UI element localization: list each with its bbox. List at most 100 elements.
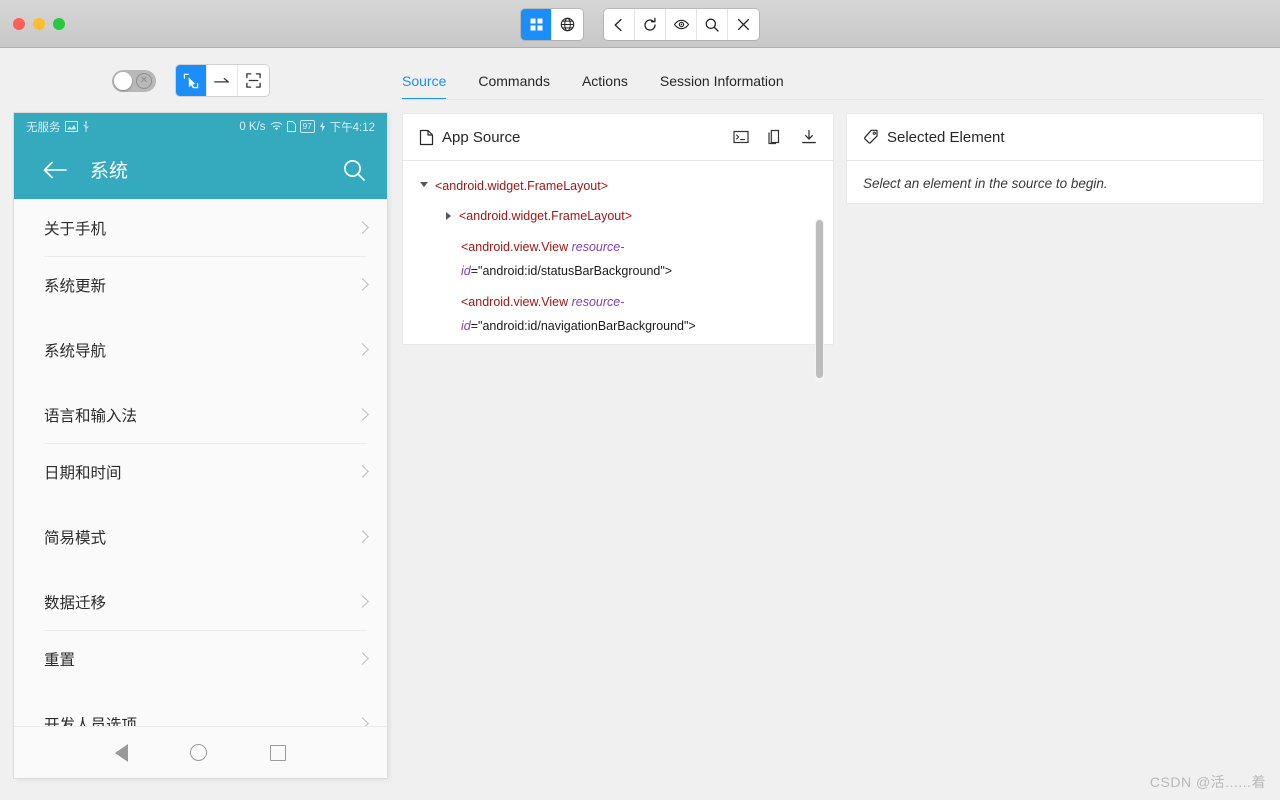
panel-title-label: Selected Element (887, 128, 1005, 146)
chevron-right-icon (356, 278, 369, 291)
device-screen-mirror[interactable]: 无服务 0 K/s 97 下午4:12 系统 关于手机 系统更新 系统导航 语言… (14, 113, 387, 778)
wifi-icon (270, 121, 283, 132)
list-item[interactable]: 重置 (14, 630, 387, 687)
selected-element-empty-message: Select an element in the source to begin… (863, 176, 1108, 191)
settings-group: 简易模式 (14, 508, 387, 565)
zoom-window-button[interactable] (53, 17, 65, 30)
list-item[interactable]: 关于手机 (14, 199, 387, 256)
interaction-mode-group (176, 65, 269, 96)
chevron-right-icon (356, 408, 369, 421)
selected-element-panel-header: Selected Element (847, 114, 1263, 161)
arrow-left-icon[interactable] (42, 160, 68, 180)
terminal-icon[interactable] (733, 129, 749, 145)
recording-toggle[interactable]: ✕ (112, 70, 156, 92)
tree-node-value: ="android:id/navigationBarBackground"> (470, 318, 696, 333)
list-item-label: 系统导航 (44, 342, 107, 360)
globe-view-button[interactable] (552, 9, 583, 40)
list-item[interactable]: 语言和输入法 (14, 386, 387, 443)
list-item[interactable]: 系统更新 (14, 256, 387, 313)
source-tree-scrollbar[interactable] (815, 218, 824, 383)
tag-icon (863, 129, 879, 145)
list-item[interactable]: 日期和时间 (14, 443, 387, 500)
list-item-label: 关于手机 (44, 220, 107, 238)
app-source-panel-header: App Source (403, 114, 833, 161)
tree-node[interactable]: <android.widget.FrameLayout> (413, 171, 833, 201)
chevron-right-icon (356, 652, 369, 665)
tree-node-label[interactable]: <android.view.View resource-id="android:… (461, 290, 713, 339)
swipe-mode-button[interactable] (207, 65, 238, 96)
tab-commands[interactable]: Commands (462, 73, 566, 100)
list-item[interactable]: 数据迁移 (14, 573, 387, 630)
scrollbar-thumb[interactable] (816, 220, 823, 378)
settings-group: 语言和输入法 日期和时间 (14, 386, 387, 500)
settings-group: 系统导航 (14, 321, 387, 378)
grid-view-button[interactable] (521, 9, 552, 40)
tab-source[interactable]: Source (402, 73, 462, 100)
arrow-right-icon (213, 74, 231, 88)
triangle-back-icon[interactable] (115, 743, 129, 762)
circle-home-icon[interactable] (190, 744, 208, 761)
close-session-button[interactable] (728, 9, 759, 40)
crosshair-frame-icon (245, 72, 262, 89)
window-titlebar (0, 0, 1280, 48)
back-button[interactable] (604, 9, 635, 40)
tab-bar-divider (402, 99, 1264, 100)
main-tab-bar: Source Commands Actions Session Informat… (402, 62, 800, 100)
watermark: CSDN @活......着 (1149, 774, 1266, 790)
tab-actions[interactable]: Actions (566, 73, 644, 100)
tree-node-label[interactable]: <android.view.View resource-id="android:… (461, 235, 713, 284)
list-item-label: 系统更新 (44, 277, 107, 295)
list-item[interactable]: 系统导航 (14, 321, 387, 378)
arrow-left-icon (611, 17, 627, 33)
tree-node[interactable]: <android.view.View resource-id="android:… (461, 287, 833, 342)
tree-node-label[interactable]: <android.widget.FrameLayout> (435, 174, 608, 198)
x-icon (736, 17, 751, 32)
magnifier-icon (704, 17, 720, 33)
refresh-icon (642, 17, 658, 33)
panel-title-label: App Source (442, 128, 521, 146)
traffic-light-buttons (0, 17, 65, 30)
battery-level-badge: 97 (299, 120, 315, 133)
tree-node-value: ="android:id/statusBarBackground"> (470, 264, 673, 279)
android-app-bar: 系统 (14, 140, 387, 199)
copy-icon[interactable] (767, 129, 783, 146)
source-tree[interactable]: <android.widget.FrameLayout> <android.wi… (403, 161, 833, 383)
download-icon[interactable] (801, 129, 817, 145)
tap-coordinates-mode-button[interactable] (238, 65, 269, 96)
minimize-window-button[interactable] (33, 17, 45, 30)
chevron-down-icon[interactable] (413, 174, 435, 198)
tree-node[interactable]: <android.view.View resource-id="android:… (461, 232, 833, 287)
selected-element-panel: Selected Element Select an element in th… (846, 113, 1264, 204)
sim-card-icon (286, 121, 296, 132)
magnifier-icon[interactable] (341, 157, 367, 183)
refresh-button[interactable] (635, 9, 666, 40)
inspect-eye-button[interactable] (666, 9, 697, 40)
usb-icon (82, 120, 90, 133)
select-element-mode-button[interactable] (176, 65, 207, 96)
chevron-right-icon (356, 465, 369, 478)
settings-group: 关于手机 系统更新 (14, 199, 387, 313)
signal-icon (64, 121, 78, 132)
list-item-label: 日期和时间 (44, 464, 122, 482)
session-action-toolbar (604, 9, 759, 40)
list-item[interactable]: 简易模式 (14, 508, 387, 565)
tab-session-information[interactable]: Session Information (644, 73, 800, 100)
close-window-button[interactable] (13, 17, 25, 30)
list-item-label: 数据迁移 (44, 594, 107, 612)
tree-node-tag: <android.view.View (461, 294, 572, 309)
android-status-bar: 无服务 0 K/s 97 下午4:12 (14, 113, 387, 140)
app-source-panel: App Source <android.widget.FrameLayout> … (402, 113, 834, 383)
toggle-knob (114, 72, 132, 90)
chevron-right-icon (356, 530, 369, 543)
settings-list[interactable]: 关于手机 系统更新 系统导航 语言和输入法 日期和时间 简易模式 数据迁移 重置… (14, 199, 387, 745)
chevron-right-icon[interactable] (437, 204, 459, 228)
chevron-right-icon (356, 595, 369, 608)
tree-node-label[interactable]: <android.widget.FrameLayout> (459, 204, 632, 228)
android-navigation-bar (14, 726, 387, 778)
search-button[interactable] (697, 9, 728, 40)
tree-node[interactable]: <android.widget.FrameLayout> (437, 201, 833, 231)
square-recents-icon[interactable] (269, 744, 286, 761)
carrier-label: 无服务 (26, 121, 61, 134)
circle-x-icon: ✕ (136, 73, 152, 89)
list-item-label: 简易模式 (44, 529, 107, 547)
